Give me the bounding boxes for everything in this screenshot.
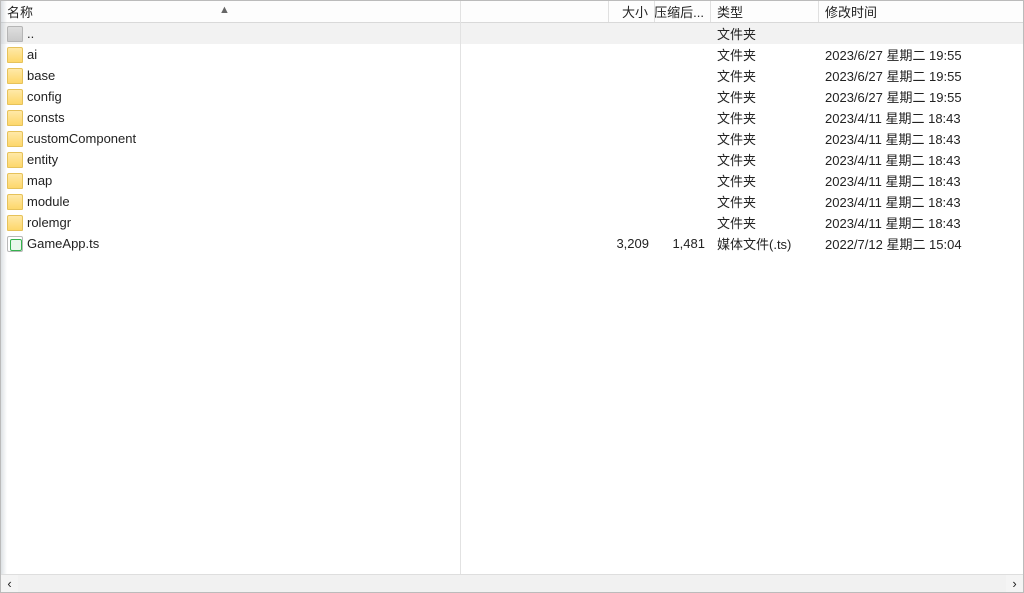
file-modified-cell: 2023/4/11 星期二 18:43 bbox=[819, 150, 1023, 169]
file-name-cell: rolemgr bbox=[7, 215, 609, 231]
file-row[interactable]: config 文件夹2023/6/27 星期二 19:55 bbox=[1, 86, 1023, 107]
file-name-cell: config bbox=[7, 89, 609, 105]
file-row[interactable]: entity 文件夹2023/4/11 星期二 18:43 bbox=[1, 149, 1023, 170]
file-name-text: consts bbox=[27, 110, 65, 125]
file-name-cell: entity bbox=[7, 152, 609, 168]
file-type-cell: 文件夹 bbox=[711, 24, 819, 43]
file-name-text: entity bbox=[27, 152, 58, 167]
file-modified-cell: 2023/4/11 星期二 18:43 bbox=[819, 171, 1023, 190]
chevron-right-icon: › bbox=[1012, 576, 1016, 591]
folder-icon bbox=[7, 68, 23, 84]
chevron-left-icon: ‹ bbox=[7, 576, 11, 591]
parent-folder-icon bbox=[7, 26, 23, 42]
file-row[interactable]: customComponent 文件夹2023/4/11 星期二 18:43 bbox=[1, 128, 1023, 149]
file-modified-cell: 2023/6/27 星期二 19:55 bbox=[819, 66, 1023, 85]
file-name-cell: .. bbox=[7, 26, 609, 42]
folder-icon bbox=[7, 110, 23, 126]
file-name-cell: map bbox=[7, 173, 609, 189]
file-packed-cell: 1,481 bbox=[655, 236, 711, 251]
file-list-body: ..文件夹ai文件夹2023/6/27 星期二 19:55base文件夹2023… bbox=[1, 23, 1023, 592]
file-name-text: map bbox=[27, 173, 52, 188]
file-name-cell: customComponent bbox=[7, 131, 609, 147]
file-row[interactable]: .. 文件夹 bbox=[1, 23, 1023, 44]
col-header-type[interactable]: 类型 bbox=[711, 1, 819, 22]
file-size-cell: 3,209 bbox=[609, 236, 655, 251]
file-list-panel: 名称 ▲ 大小 压缩后... 类型 修改时间 ..文件夹ai文件夹2023/6/… bbox=[1, 1, 1023, 592]
file-modified-cell: 2023/4/11 星期二 18:43 bbox=[819, 192, 1023, 211]
file-name-text: base bbox=[27, 68, 55, 83]
file-row[interactable]: module 文件夹2023/4/11 星期二 18:43 bbox=[1, 191, 1023, 212]
col-header-name[interactable]: 名称 ▲ bbox=[1, 1, 609, 22]
folder-icon bbox=[7, 47, 23, 63]
file-type-cell: 文件夹 bbox=[711, 150, 819, 169]
file-modified-cell: 2023/4/11 星期二 18:43 bbox=[819, 213, 1023, 232]
file-modified-cell: 2023/4/11 星期二 18:43 bbox=[819, 108, 1023, 127]
file-name-cell: module bbox=[7, 194, 609, 210]
file-row[interactable]: consts 文件夹2023/4/11 星期二 18:43 bbox=[1, 107, 1023, 128]
scroll-left-button[interactable]: ‹ bbox=[1, 575, 18, 592]
folder-icon bbox=[7, 152, 23, 168]
file-modified-cell: 2022/7/12 星期二 15:04 bbox=[819, 234, 1023, 253]
file-row[interactable]: base 文件夹2023/6/27 星期二 19:55 bbox=[1, 65, 1023, 86]
scrollbar-track[interactable] bbox=[18, 575, 1006, 592]
sort-ascending-icon: ▲ bbox=[219, 4, 230, 16]
file-modified-cell: 2023/6/27 星期二 19:55 bbox=[819, 87, 1023, 106]
col-header-modified[interactable]: 修改时间 bbox=[819, 1, 1023, 22]
file-type-cell: 文件夹 bbox=[711, 45, 819, 64]
file-row[interactable]: ai 文件夹2023/6/27 星期二 19:55 bbox=[1, 44, 1023, 65]
col-header-packed-text: 压缩后... bbox=[655, 2, 704, 21]
col-header-size-text: 大小 bbox=[622, 2, 648, 21]
col-header-type-text: 类型 bbox=[717, 2, 743, 21]
file-name-text: GameApp.ts bbox=[27, 236, 99, 251]
file-name-text: ai bbox=[27, 47, 37, 62]
file-type-cell: 文件夹 bbox=[711, 129, 819, 148]
folder-icon bbox=[7, 173, 23, 189]
file-name-text: .. bbox=[27, 26, 34, 41]
file-type-cell: 媒体文件(.ts) bbox=[711, 234, 819, 253]
folder-icon bbox=[7, 194, 23, 210]
file-type-cell: 文件夹 bbox=[711, 171, 819, 190]
folder-icon bbox=[7, 215, 23, 231]
file-name-cell: base bbox=[7, 68, 609, 84]
horizontal-scrollbar[interactable]: ‹ › bbox=[1, 574, 1023, 592]
file-type-cell: 文件夹 bbox=[711, 213, 819, 232]
column-header-row: 名称 ▲ 大小 压缩后... 类型 修改时间 bbox=[1, 1, 1023, 23]
file-modified-cell: 2023/6/27 星期二 19:55 bbox=[819, 45, 1023, 64]
file-type-cell: 文件夹 bbox=[711, 87, 819, 106]
file-name-cell: GameApp.ts bbox=[7, 236, 609, 252]
scroll-right-button[interactable]: › bbox=[1006, 575, 1023, 592]
file-name-cell: ai bbox=[7, 47, 609, 63]
file-type-cell: 文件夹 bbox=[711, 192, 819, 211]
file-type-cell: 文件夹 bbox=[711, 66, 819, 85]
file-modified-cell: 2023/4/11 星期二 18:43 bbox=[819, 129, 1023, 148]
file-type-cell: 文件夹 bbox=[711, 108, 819, 127]
folder-icon bbox=[7, 89, 23, 105]
file-name-text: config bbox=[27, 89, 62, 104]
media-file-icon bbox=[7, 236, 23, 252]
col-header-size[interactable]: 大小 bbox=[609, 1, 655, 22]
file-name-cell: consts bbox=[7, 110, 609, 126]
file-row[interactable]: rolemgr 文件夹2023/4/11 星期二 18:43 bbox=[1, 212, 1023, 233]
folder-icon bbox=[7, 131, 23, 147]
col-header-packed[interactable]: 压缩后... bbox=[655, 1, 711, 22]
file-name-text: customComponent bbox=[27, 131, 136, 146]
file-row[interactable]: GameApp.ts 3,2091,481媒体文件(.ts)2022/7/12 星… bbox=[1, 233, 1023, 254]
file-name-text: rolemgr bbox=[27, 215, 71, 230]
col-header-name-text: 名称 bbox=[7, 2, 33, 21]
col-header-modified-text: 修改时间 bbox=[825, 2, 877, 21]
file-row[interactable]: map 文件夹2023/4/11 星期二 18:43 bbox=[1, 170, 1023, 191]
file-name-text: module bbox=[27, 194, 70, 209]
